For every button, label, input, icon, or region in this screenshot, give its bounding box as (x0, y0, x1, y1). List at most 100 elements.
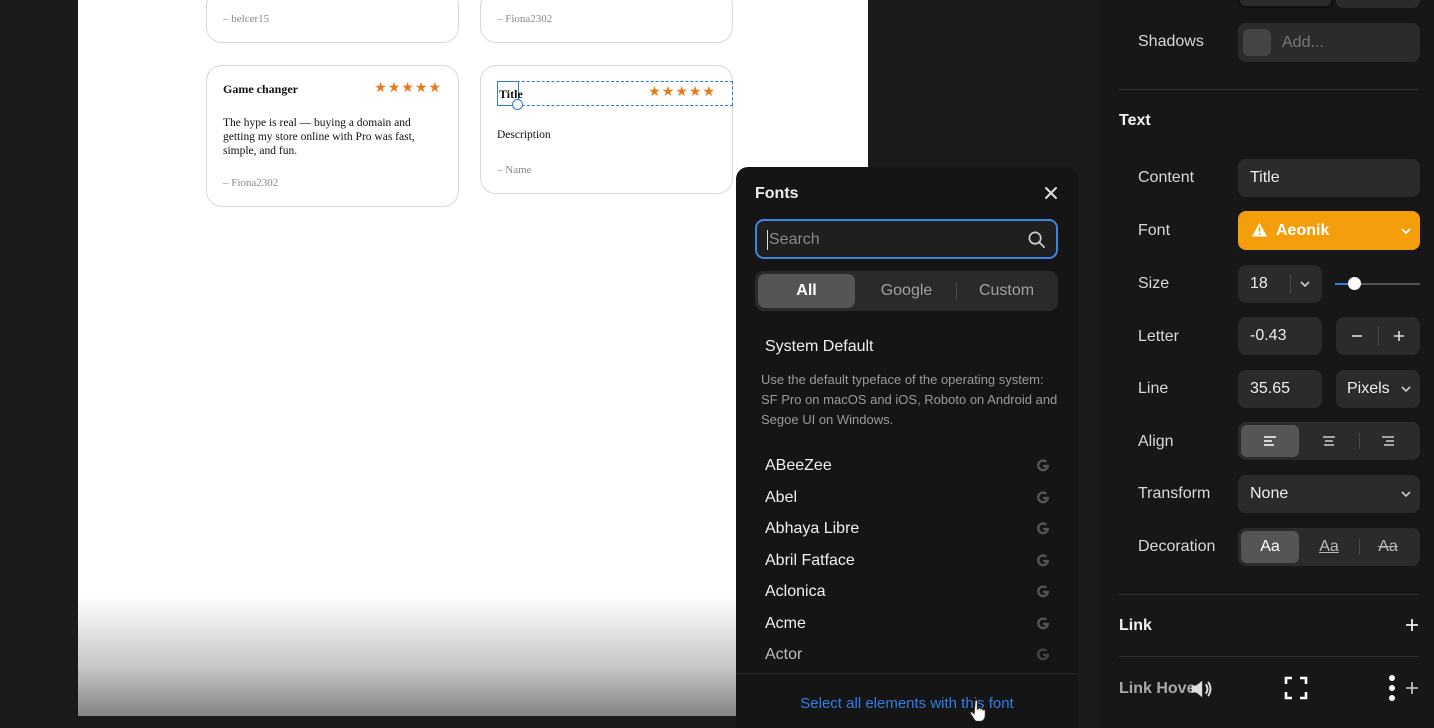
content-input[interactable]: Title (1238, 159, 1420, 197)
size-label: Size (1138, 275, 1170, 292)
fonts-popup-footer: Select all elements with this font (736, 673, 1078, 728)
card-signature: – Fiona2302 (223, 177, 279, 189)
card-signature: – Name (497, 164, 532, 176)
align-label: Align (1138, 433, 1174, 450)
align-right-icon (1382, 436, 1394, 446)
system-default-description: Use the default typeface of the operatin… (761, 372, 1058, 427)
font-name: Abel (765, 489, 798, 506)
fonts-popup: Fonts Search All Google Custom System De… (736, 167, 1078, 728)
tab-all[interactable]: All (758, 274, 855, 308)
letter-spacing-stepper (1336, 317, 1420, 355)
font-list-item[interactable]: Acme (765, 610, 1055, 638)
shadows-add-field[interactable]: Add... (1238, 23, 1420, 62)
top-partial-control[interactable] (1238, 0, 1333, 8)
warning-icon (1252, 223, 1267, 237)
decoration-none-button[interactable]: Aa (1241, 531, 1299, 563)
hand-cursor-icon (969, 699, 986, 723)
google-icon (1037, 522, 1049, 535)
google-icon (1037, 491, 1049, 504)
align-left-button[interactable] (1241, 425, 1299, 457)
font-name: Abril Fatface (765, 552, 855, 569)
review-card[interactable]: – belcer15 (206, 0, 459, 43)
speaker-icon[interactable] (1188, 676, 1214, 702)
minus-icon[interactable] (1350, 329, 1364, 343)
google-icon (1037, 585, 1049, 598)
properties-panel: Shadows Add... Text Content Title Font A… (1099, 0, 1434, 728)
line-height-unit-select[interactable]: Pixels (1336, 370, 1420, 408)
tab-custom[interactable]: Custom (958, 274, 1055, 308)
text-align-segmented (1238, 422, 1420, 460)
line-height-value: 35.65 (1250, 380, 1291, 397)
resize-handle[interactable] (512, 99, 523, 110)
align-center-button[interactable] (1300, 425, 1358, 457)
card-signature: – belcer15 (223, 13, 270, 25)
add-link-hover-icon[interactable] (1404, 680, 1420, 696)
font-name: Abhaya Libre (765, 520, 860, 537)
slider-thumb[interactable] (1348, 277, 1361, 290)
chevron-down-icon (1401, 386, 1411, 393)
text-decoration-segmented: Aa Aa Aa (1238, 528, 1420, 566)
align-left-icon (1264, 436, 1276, 446)
review-card-selected[interactable]: Title ★★★★★ Description – Name (480, 65, 733, 194)
font-list-item[interactable]: Abel (765, 484, 1055, 512)
size-value: 18 (1250, 275, 1268, 292)
align-right-button[interactable] (1359, 425, 1417, 457)
transform-value: None (1250, 485, 1289, 502)
chevron-down-icon (1401, 491, 1411, 498)
line-height-unit: Pixels (1347, 380, 1390, 397)
add-link-icon[interactable] (1404, 617, 1420, 633)
google-icon (1037, 617, 1049, 630)
decoration-underline-button[interactable]: Aa (1300, 531, 1358, 563)
card-body: The hype is real — buying a domain and g… (223, 117, 415, 157)
font-name: Aclonica (765, 583, 826, 600)
more-options-icon[interactable] (1388, 674, 1396, 702)
chevron-down-icon[interactable] (1299, 278, 1311, 290)
tab-divider (956, 282, 957, 300)
select-all-with-font-link[interactable]: Select all elements with this font (736, 695, 1078, 712)
font-name: Actor (765, 646, 803, 663)
font-label: Font (1138, 222, 1171, 239)
font-source-tabs: All Google Custom (755, 271, 1058, 311)
align-center-icon (1323, 436, 1335, 446)
font-select[interactable]: Aeonik (1238, 211, 1420, 250)
top-partial-control[interactable] (1336, 0, 1420, 8)
font-name: ABeeZee (765, 457, 832, 474)
review-card[interactable]: – Fiona2302 (480, 0, 733, 43)
link-section-title: Link (1119, 617, 1152, 634)
tab-google[interactable]: Google (858, 274, 955, 308)
search-icon (1028, 231, 1045, 248)
letter-spacing-input[interactable]: -0.43 (1238, 317, 1322, 355)
google-icon (1037, 648, 1049, 661)
google-icon (1037, 554, 1049, 567)
font-list-item[interactable]: Abhaya Libre (765, 515, 1055, 543)
size-input[interactable]: 18 (1238, 265, 1322, 303)
review-card[interactable]: Game changer ★★★★★ The hype is real — bu… (206, 65, 459, 207)
font-list-item[interactable]: Aclonica (765, 578, 1055, 606)
font-list-item[interactable]: Abril Fatface (765, 547, 1055, 575)
stepper-divider (1378, 327, 1379, 345)
font-name: Acme (765, 615, 806, 632)
card-description: Description (497, 129, 551, 141)
app-root: – belcer15 – Fiona2302 Game changer ★★★★… (0, 0, 1434, 728)
decoration-label: Decoration (1138, 538, 1216, 555)
fullscreen-icon[interactable] (1284, 676, 1308, 700)
transform-select[interactable]: None (1238, 475, 1420, 513)
line-height-input[interactable]: 35.65 (1238, 370, 1322, 408)
rating-stars: ★★★★★ (648, 85, 716, 100)
plus-icon[interactable] (1392, 329, 1406, 343)
text-section-title: Text (1119, 112, 1151, 129)
decoration-strikethrough-button[interactable]: Aa (1359, 531, 1417, 563)
system-default-option[interactable]: System Default (765, 338, 873, 356)
chevron-down-icon (1401, 228, 1411, 235)
font-value: Aeonik (1276, 222, 1330, 239)
line-height-label: Line (1138, 380, 1169, 397)
close-icon[interactable] (1042, 184, 1060, 202)
font-list-item[interactable]: ABeeZee (765, 452, 1055, 480)
shadows-value: Add... (1282, 34, 1324, 51)
shadow-swatch (1243, 29, 1271, 56)
letter-spacing-value: -0.43 (1250, 327, 1287, 344)
rating-stars: ★★★★★ (374, 81, 442, 96)
font-list-item[interactable]: Actor (765, 641, 1055, 669)
size-slider[interactable] (1335, 277, 1420, 290)
font-search-input[interactable]: Search (755, 219, 1058, 259)
